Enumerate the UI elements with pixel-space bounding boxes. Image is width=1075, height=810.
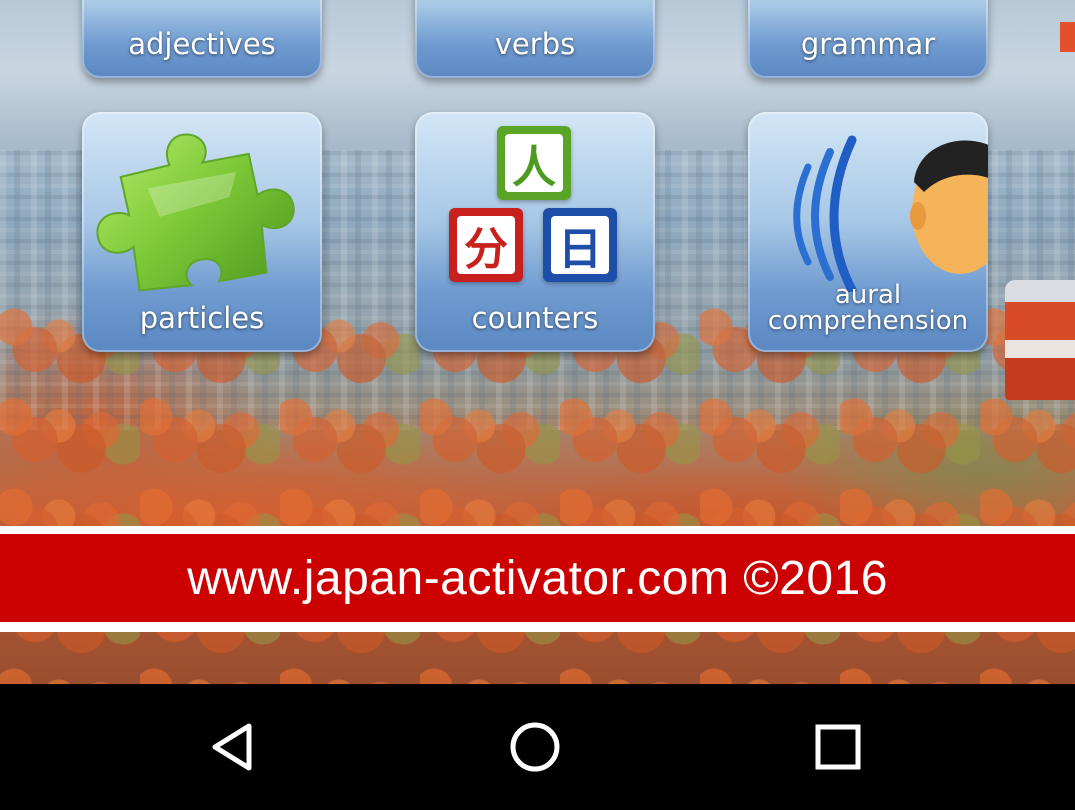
system-navigation-bar (0, 684, 1075, 810)
tile-aural-comprehension[interactable]: aural comprehension (748, 112, 988, 352)
kanji-block-blue: 日 (543, 208, 617, 282)
tile-label: particles (139, 301, 265, 335)
puzzle-piece-icon (96, 133, 295, 292)
tile-label: aural comprehension (748, 282, 988, 334)
recents-button[interactable] (798, 712, 878, 782)
tile-label: adjectives (128, 27, 276, 61)
tile-counters[interactable]: 人 分 日 counters (415, 112, 655, 352)
back-icon (212, 723, 252, 771)
kanji-block-green: 人 (497, 126, 571, 200)
recents-icon (815, 724, 861, 770)
orange-flag (1060, 22, 1075, 52)
home-icon (510, 722, 560, 772)
tile-particles[interactable]: particles (82, 112, 322, 352)
footer-banner: www.japan-activator.com ©2016 (0, 526, 1075, 632)
kanji-blocks-icon: 人 分 日 (415, 112, 655, 292)
tile-adjectives[interactable]: adjectives (82, 0, 322, 78)
tile-label-line2: comprehension (767, 306, 969, 336)
tile-label: verbs (494, 27, 576, 61)
tile-grammar[interactable]: grammar (748, 0, 988, 78)
tile-label-line1: aural (834, 280, 902, 310)
website-link[interactable]: www.japan-activator.com ©2016 (187, 551, 888, 606)
back-button[interactable] (192, 712, 272, 782)
tile-verbs[interactable]: verbs (415, 0, 655, 78)
listening-face-icon (793, 135, 988, 292)
tile-label: grammar (800, 27, 936, 61)
home-button[interactable] (495, 712, 575, 782)
banner-red-strip: www.japan-activator.com ©2016 (0, 534, 1075, 622)
kanji-block-red: 分 (449, 208, 523, 282)
pagoda-building (1005, 280, 1075, 400)
tile-label: counters (471, 301, 599, 335)
